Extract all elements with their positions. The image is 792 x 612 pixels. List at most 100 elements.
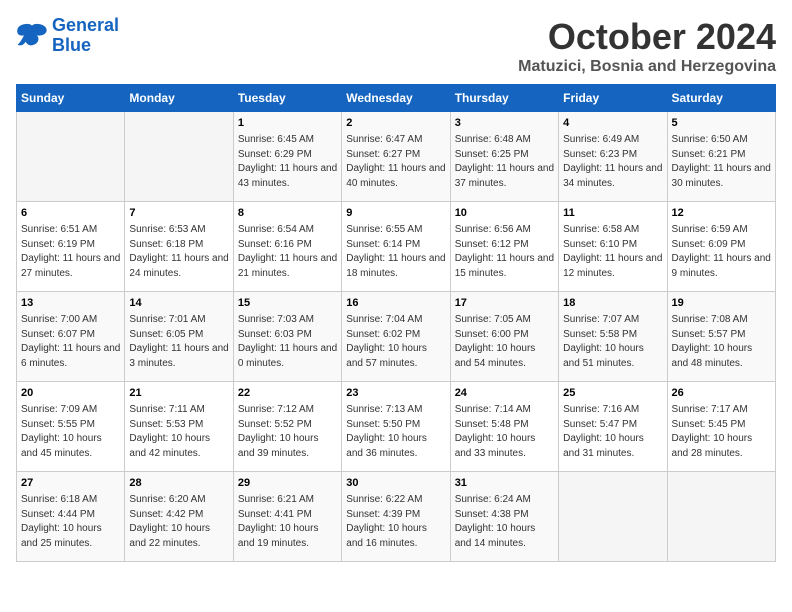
calendar-cell <box>125 112 233 202</box>
day-number: 24 <box>455 386 554 401</box>
day-number: 30 <box>346 476 445 491</box>
calendar-cell: 18 Sunrise: 7:07 AMSunset: 5:58 PMDayligh… <box>559 292 667 382</box>
day-detail: Sunrise: 7:08 AMSunset: 5:57 PMDaylight:… <box>672 313 771 371</box>
weekday-row: SundayMondayTuesdayWednesdayThursdayFrid… <box>17 85 776 112</box>
day-detail: Sunrise: 7:12 AMSunset: 5:52 PMDaylight:… <box>238 403 337 461</box>
day-number: 14 <box>129 296 228 311</box>
calendar-cell: 8 Sunrise: 6:54 AMSunset: 6:16 PMDaylight… <box>233 202 341 292</box>
calendar-cell <box>667 472 775 562</box>
calendar-cell: 7 Sunrise: 6:53 AMSunset: 6:18 PMDaylight… <box>125 202 233 292</box>
day-detail: Sunrise: 7:03 AMSunset: 6:03 PMDaylight:… <box>238 313 337 371</box>
calendar-cell: 25 Sunrise: 7:16 AMSunset: 5:47 PMDayligh… <box>559 382 667 472</box>
calendar-cell: 13Sunrise: 7:00 AMSunset: 6:07 PMDayligh… <box>17 292 125 382</box>
day-detail: Sunrise: 7:16 AMSunset: 5:47 PMDaylight:… <box>563 403 662 461</box>
day-detail: Sunrise: 6:47 AMSunset: 6:27 PMDaylight:… <box>346 133 445 191</box>
day-number: 23 <box>346 386 445 401</box>
day-number: 9 <box>346 206 445 221</box>
location-title: Matuzici, Bosnia and Herzegovina <box>518 58 776 76</box>
day-detail: Sunrise: 6:54 AMSunset: 6:16 PMDaylight:… <box>238 223 337 281</box>
logo-text: General Blue <box>52 16 119 56</box>
day-detail: Sunrise: 7:14 AMSunset: 5:48 PMDaylight:… <box>455 403 554 461</box>
calendar-cell: 12 Sunrise: 6:59 AMSunset: 6:09 PMDayligh… <box>667 202 775 292</box>
calendar-cell: 23 Sunrise: 7:13 AMSunset: 5:50 PMDayligh… <box>342 382 450 472</box>
day-detail: Sunrise: 7:17 AMSunset: 5:45 PMDaylight:… <box>672 403 771 461</box>
day-number: 31 <box>455 476 554 491</box>
day-number: 25 <box>563 386 662 401</box>
calendar-week-row: 20 Sunrise: 7:09 AMSunset: 5:55 PMDayligh… <box>17 382 776 472</box>
day-number: 3 <box>455 116 554 131</box>
day-detail: Sunrise: 6:55 AMSunset: 6:14 PMDaylight:… <box>346 223 445 281</box>
weekday-header: Saturday <box>667 85 775 112</box>
logo-icon <box>16 22 48 50</box>
calendar-cell: 3 Sunrise: 6:48 AMSunset: 6:25 PMDaylight… <box>450 112 558 202</box>
calendar-week-row: 27Sunrise: 6:18 AMSunset: 4:44 PMDayligh… <box>17 472 776 562</box>
calendar-week-row: 1 Sunrise: 6:45 AMSunset: 6:29 PMDaylight… <box>17 112 776 202</box>
day-detail: Sunrise: 6:59 AMSunset: 6:09 PMDaylight:… <box>672 223 771 281</box>
calendar-cell: 4Sunrise: 6:49 AMSunset: 6:23 PMDaylight… <box>559 112 667 202</box>
weekday-header: Sunday <box>17 85 125 112</box>
calendar-cell: 24 Sunrise: 7:14 AMSunset: 5:48 PMDayligh… <box>450 382 558 472</box>
calendar-cell: 30 Sunrise: 6:22 AMSunset: 4:39 PMDayligh… <box>342 472 450 562</box>
day-number: 29 <box>238 476 337 491</box>
day-detail: Sunrise: 7:07 AMSunset: 5:58 PMDaylight:… <box>563 313 662 371</box>
day-number: 22 <box>238 386 337 401</box>
calendar-week-row: 13Sunrise: 7:00 AMSunset: 6:07 PMDayligh… <box>17 292 776 382</box>
calendar-cell: 27Sunrise: 6:18 AMSunset: 4:44 PMDayligh… <box>17 472 125 562</box>
day-number: 1 <box>238 116 337 131</box>
calendar-cell: 5 Sunrise: 6:50 AMSunset: 6:21 PMDaylight… <box>667 112 775 202</box>
day-detail: Sunrise: 7:05 AMSunset: 6:00 PMDaylight:… <box>455 313 554 371</box>
day-detail: Sunrise: 6:22 AMSunset: 4:39 PMDaylight:… <box>346 493 445 551</box>
calendar-cell: 16 Sunrise: 7:04 AMSunset: 6:02 PMDayligh… <box>342 292 450 382</box>
day-number: 28 <box>129 476 228 491</box>
day-detail: Sunrise: 6:53 AMSunset: 6:18 PMDaylight:… <box>129 223 228 281</box>
calendar-week-row: 6Sunrise: 6:51 AMSunset: 6:19 PMDaylight… <box>17 202 776 292</box>
day-detail: Sunrise: 7:09 AMSunset: 5:55 PMDaylight:… <box>21 403 120 461</box>
day-number: 7 <box>129 206 228 221</box>
day-number: 21 <box>129 386 228 401</box>
logo: General Blue <box>16 16 119 56</box>
day-number: 11 <box>563 206 662 221</box>
month-title: October 2024 <box>518 16 776 58</box>
calendar-cell: 28Sunrise: 6:20 AMSunset: 4:42 PMDayligh… <box>125 472 233 562</box>
calendar-cell: 20 Sunrise: 7:09 AMSunset: 5:55 PMDayligh… <box>17 382 125 472</box>
day-detail: Sunrise: 7:04 AMSunset: 6:02 PMDaylight:… <box>346 313 445 371</box>
day-detail: Sunrise: 6:21 AMSunset: 4:41 PMDaylight:… <box>238 493 337 551</box>
calendar-cell: 2 Sunrise: 6:47 AMSunset: 6:27 PMDaylight… <box>342 112 450 202</box>
day-number: 16 <box>346 296 445 311</box>
day-detail: Sunrise: 6:24 AMSunset: 4:38 PMDaylight:… <box>455 493 554 551</box>
weekday-header: Tuesday <box>233 85 341 112</box>
day-detail: Sunrise: 6:48 AMSunset: 6:25 PMDaylight:… <box>455 133 554 191</box>
weekday-header: Wednesday <box>342 85 450 112</box>
day-number: 15 <box>238 296 337 311</box>
day-number: 2 <box>346 116 445 131</box>
day-number: 20 <box>21 386 120 401</box>
day-number: 19 <box>672 296 771 311</box>
day-detail: Sunrise: 6:50 AMSunset: 6:21 PMDaylight:… <box>672 133 771 191</box>
calendar-cell: 19 Sunrise: 7:08 AMSunset: 5:57 PMDayligh… <box>667 292 775 382</box>
calendar-cell: 22 Sunrise: 7:12 AMSunset: 5:52 PMDayligh… <box>233 382 341 472</box>
day-detail: Sunrise: 6:49 AMSunset: 6:23 PMDaylight:… <box>563 133 662 191</box>
calendar-cell <box>559 472 667 562</box>
calendar-table: SundayMondayTuesdayWednesdayThursdayFrid… <box>16 84 776 562</box>
title-block: October 2024 Matuzici, Bosnia and Herzeg… <box>518 16 776 76</box>
day-number: 27 <box>21 476 120 491</box>
calendar-cell: 9 Sunrise: 6:55 AMSunset: 6:14 PMDaylight… <box>342 202 450 292</box>
day-detail: Sunrise: 7:01 AMSunset: 6:05 PMDaylight:… <box>129 313 228 371</box>
calendar-cell: 29 Sunrise: 6:21 AMSunset: 4:41 PMDayligh… <box>233 472 341 562</box>
day-number: 13 <box>21 296 120 311</box>
calendar-cell: 17 Sunrise: 7:05 AMSunset: 6:00 PMDayligh… <box>450 292 558 382</box>
day-detail: Sunrise: 7:11 AMSunset: 5:53 PMDaylight:… <box>129 403 228 461</box>
weekday-header: Thursday <box>450 85 558 112</box>
day-detail: Sunrise: 6:45 AMSunset: 6:29 PMDaylight:… <box>238 133 337 191</box>
day-number: 12 <box>672 206 771 221</box>
calendar-cell: 21 Sunrise: 7:11 AMSunset: 5:53 PMDayligh… <box>125 382 233 472</box>
day-number: 5 <box>672 116 771 131</box>
day-number: 17 <box>455 296 554 311</box>
calendar-body: 1 Sunrise: 6:45 AMSunset: 6:29 PMDaylight… <box>17 112 776 562</box>
calendar-cell: 11Sunrise: 6:58 AMSunset: 6:10 PMDayligh… <box>559 202 667 292</box>
day-number: 8 <box>238 206 337 221</box>
day-detail: Sunrise: 6:56 AMSunset: 6:12 PMDaylight:… <box>455 223 554 281</box>
calendar-header: SundayMondayTuesdayWednesdayThursdayFrid… <box>17 85 776 112</box>
day-detail: Sunrise: 7:13 AMSunset: 5:50 PMDaylight:… <box>346 403 445 461</box>
day-number: 18 <box>563 296 662 311</box>
